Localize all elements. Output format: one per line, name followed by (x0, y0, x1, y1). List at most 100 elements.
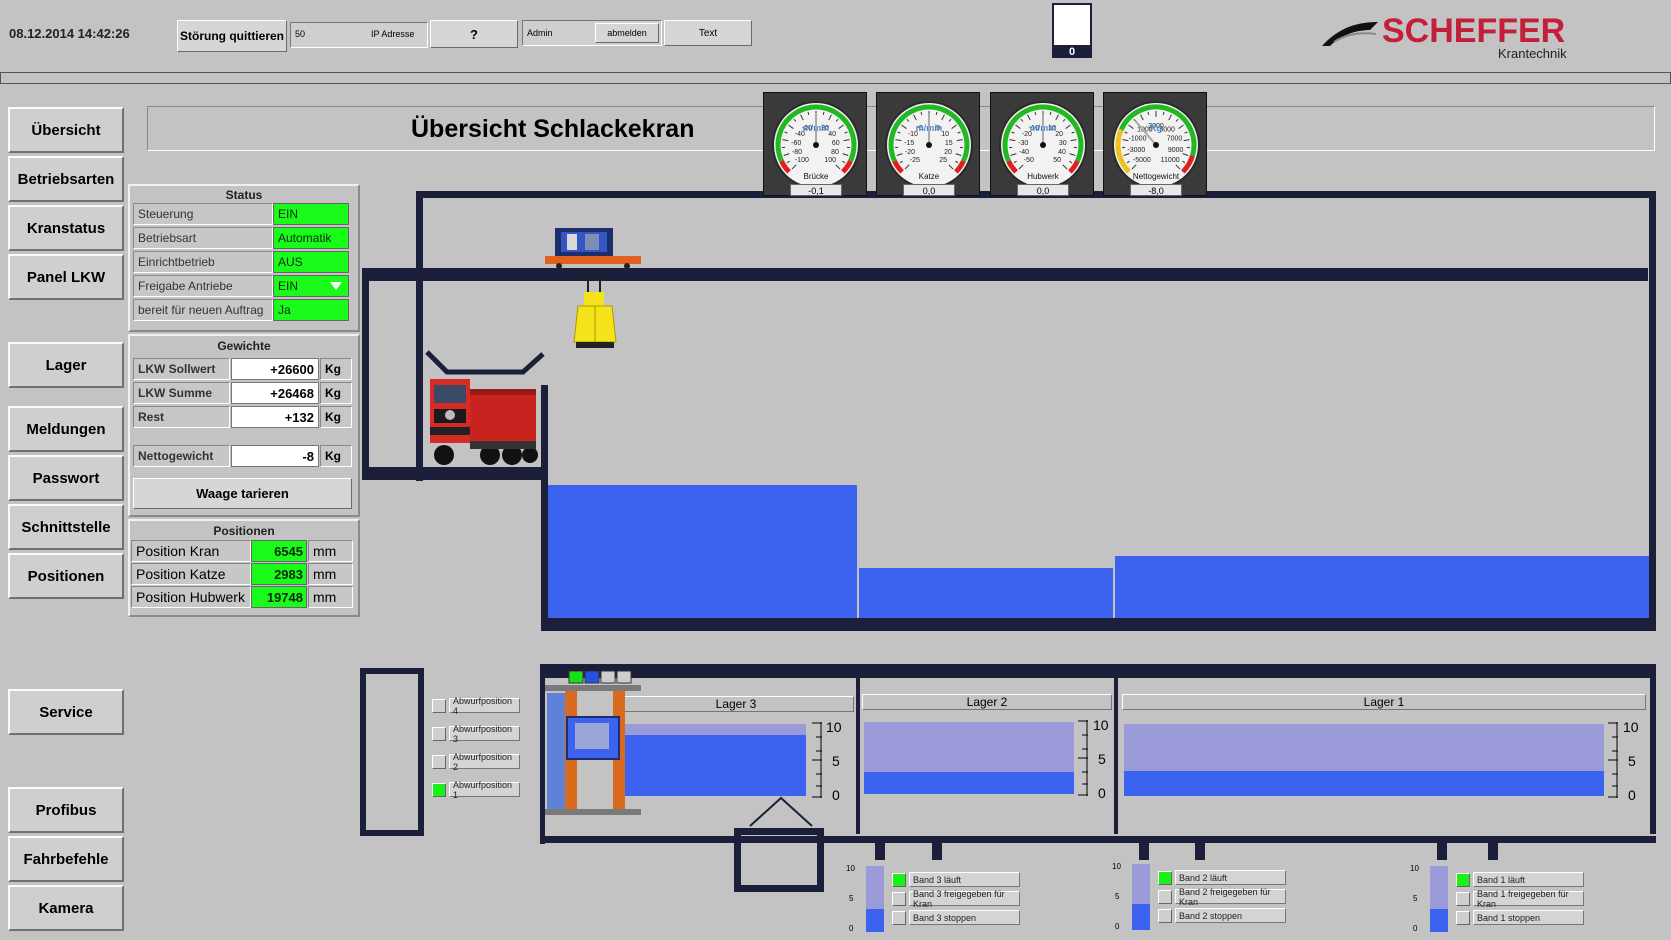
svg-text:Kg: Kg (1150, 123, 1162, 133)
gauge-value-3: 0,0 (1017, 184, 1069, 196)
chevron-down-icon[interactable] (330, 282, 342, 291)
nav-item-uebersicht[interactable]: Übersicht (8, 107, 124, 153)
lager-2-scale-10: 10 (1093, 717, 1109, 733)
nav-item-schnittstelle[interactable]: Schnittstelle (8, 504, 124, 550)
svg-text:-15: -15 (904, 140, 914, 147)
position-unit-hubwerk: mm (308, 586, 353, 608)
weight-label-netto: Nettogewicht (133, 445, 230, 467)
band-3-level-bar (866, 866, 884, 932)
svg-text:Nettogewicht: Nettogewicht (1133, 172, 1180, 181)
gauge-4: -5000 -3000 -1000 1000 3000 5000 7000 9000 11000… (1103, 92, 1207, 196)
band-1-stop[interactable]: Band 1 stoppen (1456, 910, 1584, 925)
nav-item-profibus[interactable]: Profibus (8, 787, 124, 833)
gauge-value-2: 0,0 (903, 184, 955, 196)
text-button[interactable]: Text (664, 20, 752, 46)
svg-text:50: 50 (1053, 157, 1061, 164)
status-label-betriebsart: Betriebsart (133, 227, 273, 249)
brand-logo: SCHEFFER Krantechnik (1320, 12, 1600, 62)
svg-text:Hubwerk: Hubwerk (1027, 172, 1060, 181)
band-3-running[interactable]: Band 3 läuft (892, 872, 1020, 887)
band-2-stop[interactable]: Band 2 stoppen (1158, 908, 1286, 923)
drop-position-3[interactable]: Abwurfposition 3 (432, 724, 520, 744)
drop-position-2[interactable]: Abwurfposition 2 (432, 752, 520, 772)
lower-frame-top (540, 664, 1656, 678)
nav-item-fahrbefehle[interactable]: Fahrbefehle (8, 836, 124, 882)
band-2-running-indicator (1158, 870, 1172, 885)
lager-2-scale-0: 0 (1098, 785, 1106, 801)
logout-button[interactable]: abmelden (595, 23, 659, 43)
lager-1-scale-0: 0 (1628, 787, 1636, 803)
help-button[interactable]: ? (430, 20, 518, 48)
band-2-released-indicator (1158, 889, 1172, 904)
nav-item-service[interactable]: Service (8, 689, 124, 735)
weight-value-netto: -8 (231, 445, 319, 467)
drop-position-1-indicator (432, 782, 446, 797)
truck-bay-left (362, 268, 369, 480)
band-3-released[interactable]: Band 3 freigegeben für Kran (892, 889, 1020, 909)
lager-1-scale-5: 5 (1628, 753, 1636, 769)
status-value-steuerung: EIN (273, 203, 349, 225)
band-2-level-bar (1132, 864, 1150, 930)
nav-item-panel-lkw[interactable]: Panel LKW (8, 254, 124, 300)
svg-text:11000: 11000 (1161, 157, 1180, 164)
svg-text:25: 25 (939, 157, 947, 164)
band-1-group: 10 5 0 Band 1 läuft Band 1 freigegeben f… (1408, 864, 1588, 940)
band-stub-2a (1139, 836, 1149, 860)
band-1-released[interactable]: Band 1 freigegeben für Kran (1456, 889, 1584, 909)
band-1-scale-0: 0 (1413, 924, 1418, 933)
lower-tray-frame (360, 668, 424, 836)
band-3-stop[interactable]: Band 3 stoppen (892, 910, 1020, 925)
gauge-dial-3: -50-40-30-20-101020304050m/minHubwerk (999, 101, 1087, 189)
freigabe-value: EIN (278, 279, 299, 293)
lager-1-scale-10: 10 (1623, 719, 1639, 735)
lager-3-level-fill (624, 734, 806, 796)
nav-item-meldungen[interactable]: Meldungen (8, 406, 124, 452)
band-2-scale-10: 10 (1112, 862, 1121, 871)
nav-item-kamera[interactable]: Kamera (8, 885, 124, 931)
gauge-dial-1: -100-80-60-40-2020406080100m/minBrücke (772, 101, 860, 189)
datetime: 08.12.2014 14:42:26 (9, 26, 130, 41)
bunker-fill-lager2 (859, 568, 1113, 618)
nav-item-lager[interactable]: Lager (8, 342, 124, 388)
band-3-stop-label: Band 3 stoppen (909, 910, 1020, 925)
status-value-freigabe[interactable]: EIN (273, 275, 349, 297)
counter-box: 0 (1052, 3, 1092, 58)
band-1-stop-label: Band 1 stoppen (1473, 910, 1584, 925)
bunker-left-wall (541, 385, 548, 625)
svg-text:60: 60 (832, 140, 840, 147)
status-label-steuerung: Steuerung (133, 203, 273, 225)
band-2-running[interactable]: Band 2 läuft (1158, 870, 1286, 885)
crane-trolley-icon (545, 228, 641, 269)
svg-text:80: 80 (831, 149, 839, 156)
lager-1-header: Lager 1 (1122, 694, 1646, 710)
svg-text:20: 20 (1055, 131, 1063, 138)
lager-2-scale-5: 5 (1098, 751, 1106, 767)
header-divider (0, 72, 1671, 84)
band-2-released[interactable]: Band 2 freigegeben für Kran (1158, 887, 1286, 907)
weight-unit-sollwert: Kg (320, 358, 352, 380)
position-label-katze: Position Katze (131, 563, 251, 585)
nav-item-betriebsarten[interactable]: Betriebsarten (8, 156, 124, 202)
tare-button[interactable]: Waage tarieren (133, 478, 352, 509)
drop-position-1[interactable]: Abwurfposition 1 (432, 780, 520, 800)
drop-position-1-label: Abwurfposition 1 (449, 780, 520, 800)
grab-icon (573, 272, 617, 348)
band-1-running[interactable]: Band 1 läuft (1456, 872, 1584, 887)
status-label-bereit: bereit für neuen Auftrag (133, 299, 273, 321)
band-1-level-fill (1430, 908, 1448, 932)
nav-item-positionen[interactable]: Positionen (8, 553, 124, 599)
ack-button[interactable]: Störung quittieren (177, 20, 287, 52)
counter-white (1054, 5, 1090, 45)
band-stub-2b (1195, 836, 1205, 860)
band-3-scale-10: 10 (846, 864, 855, 873)
nav-item-passwort[interactable]: Passwort (8, 455, 124, 501)
drop-position-2-indicator (432, 754, 446, 769)
ip-field[interactable]: 50 IP Adresse (290, 22, 428, 48)
svg-text:10: 10 (941, 131, 949, 138)
truck-icon (430, 379, 538, 465)
svg-text:Katze: Katze (919, 172, 940, 181)
nav-item-kranstatus[interactable]: Kranstatus (8, 205, 124, 251)
bunker-floor (541, 618, 1656, 631)
drop-position-4[interactable]: Abwurfposition 4 (432, 696, 520, 716)
band-2-stop-indicator (1158, 908, 1172, 923)
